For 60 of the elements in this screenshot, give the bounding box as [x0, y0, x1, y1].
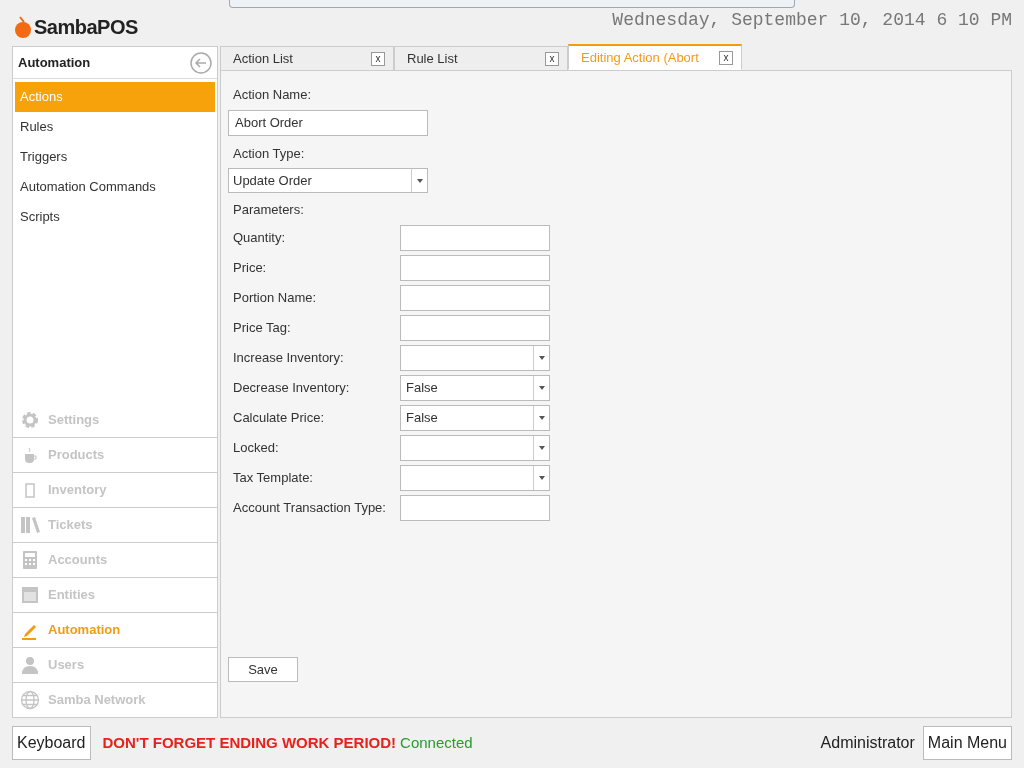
caret-icon — [538, 415, 545, 420]
sidebar-item[interactable]: Scripts — [15, 202, 215, 232]
field-label: Action Name: — [232, 86, 313, 104]
sidebar-item[interactable]: Rules — [15, 112, 215, 142]
user-name: Administrator — [820, 733, 915, 753]
save-button[interactable]: Save — [228, 657, 298, 682]
books-icon — [20, 515, 40, 535]
parameter-label: Increase Inventory: — [232, 348, 345, 367]
parameter-field[interactable] — [400, 494, 550, 521]
user-icon — [20, 655, 40, 675]
tab[interactable]: Action List x — [220, 46, 394, 70]
field-label: Action Type: — [232, 144, 306, 163]
connection-status: Connected — [400, 732, 473, 753]
tab-label: Editing Action (Abort — [581, 48, 699, 67]
gear-icon — [20, 409, 40, 430]
calculator-icon — [20, 550, 40, 570]
caret-icon — [416, 178, 423, 183]
parameter-label: Locked: — [232, 438, 280, 457]
parameter-field[interactable] — [400, 284, 550, 311]
main-menu-button[interactable]: Main Menu — [922, 726, 1012, 760]
parameter-field[interactable] — [400, 224, 550, 251]
parameter-label: Account Transaction Type: — [232, 498, 387, 517]
tab[interactable]: Rule List x — [394, 46, 568, 70]
parameter-label: Tax Template: — [232, 468, 314, 487]
parameter-dropdown[interactable] — [400, 344, 550, 371]
caret-icon — [538, 355, 545, 360]
datetime: Wednesday, September 10, 2014 6 10 PM — [612, 9, 1012, 32]
globe-icon — [20, 690, 40, 710]
parameter-dropdown[interactable]: False — [400, 404, 550, 431]
parameter-dropdown[interactable]: False — [400, 374, 550, 401]
tab[interactable]: Editing Action (Abort x — [568, 44, 742, 70]
parameter-label: Decrease Inventory: — [232, 378, 351, 397]
parameter-label: Price Tag: — [232, 318, 292, 337]
apple-logo-icon — [12, 15, 34, 39]
close-tab-button[interactable]: x — [371, 51, 385, 66]
close-tab-button[interactable]: x — [545, 51, 559, 66]
parameter-label: Portion Name: — [232, 288, 318, 307]
parameter-dropdown[interactable] — [400, 434, 550, 461]
parameter-label: Quantity: — [232, 228, 287, 247]
work-period-warning: DON'T FORGET ENDING WORK PERIOD! — [102, 732, 397, 753]
action-type-dropdown[interactable]: Update Order — [228, 168, 428, 193]
caret-icon — [538, 445, 545, 450]
tab-label: Action List — [233, 49, 293, 68]
sidebar-item[interactable]: Automation Commands — [15, 172, 215, 202]
parameter-field[interactable] — [400, 254, 550, 281]
field-label: Parameters: — [232, 201, 305, 219]
parameter-label: Price: — [232, 258, 268, 277]
parameter-label: Calculate Price: — [232, 408, 326, 427]
tab-label: Rule List — [407, 49, 458, 68]
sidebar-title: Automation — [18, 53, 91, 72]
caret-icon — [538, 385, 545, 390]
sidebar-item[interactable]: Triggers — [15, 142, 215, 172]
logo-text: SambaPOS — [34, 15, 138, 40]
action-name-field[interactable]: Abort Order — [228, 109, 428, 136]
keyboard-button[interactable]: Keyboard — [12, 726, 91, 760]
caret-icon — [538, 475, 545, 480]
barcode-grid-icon — [20, 585, 40, 605]
close-tab-button[interactable]: x — [719, 50, 733, 65]
parameter-dropdown[interactable] — [400, 464, 550, 491]
parameter-field[interactable] — [400, 314, 550, 341]
